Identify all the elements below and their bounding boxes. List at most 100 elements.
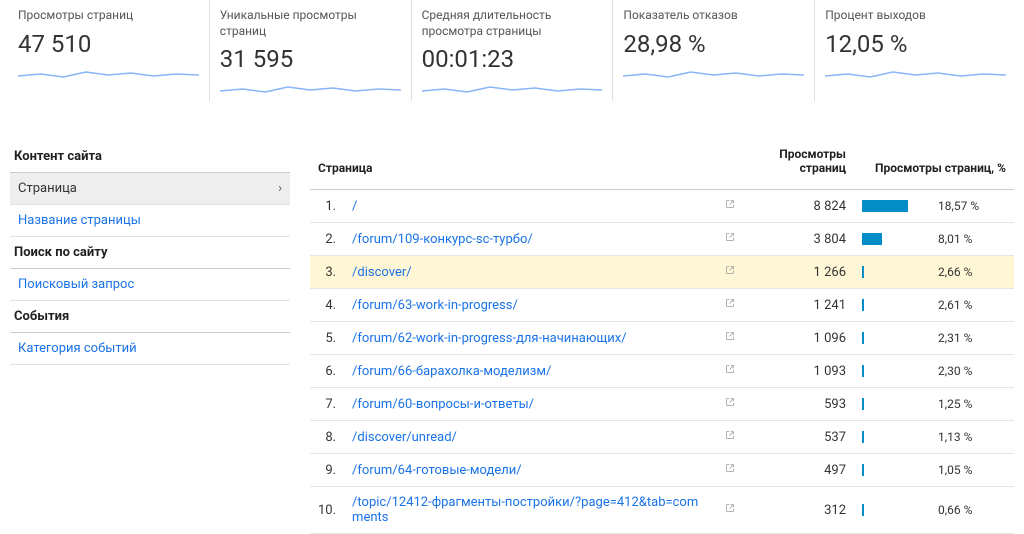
metric-label: Уникальные просмотры страниц (220, 8, 401, 39)
external-link-icon[interactable] (716, 322, 744, 355)
table-row: 6. /forum/66-барахолка-моделизм/ 1 093 2… (310, 355, 1014, 388)
page-views: 593 (744, 388, 854, 421)
metrics-row: Просмотры страниц 47 510 Уникальные прос… (0, 0, 1024, 101)
page-views-pct: 2,66 % (854, 256, 1014, 289)
pct-bar (862, 233, 932, 245)
external-link-icon[interactable] (716, 355, 744, 388)
metric-value: 12,05 % (825, 30, 1006, 58)
page-views: 312 (744, 487, 854, 534)
page-views-pct: 0,66 % (854, 487, 1014, 534)
pct-bar (862, 266, 932, 278)
page-views: 537 (744, 421, 854, 454)
page-link[interactable]: /forum/63-work-in-progress/ (344, 289, 716, 322)
col-page[interactable]: Страница (310, 141, 744, 190)
metric-value: 28,98 % (623, 30, 804, 58)
metric-value: 00:01:23 (422, 45, 603, 73)
row-index: 10. (310, 487, 344, 534)
row-index: 3. (310, 256, 344, 289)
page-link[interactable]: /forum/64-готовые-модели/ (344, 454, 716, 487)
external-link-icon[interactable] (716, 454, 744, 487)
sidebar-item[interactable]: Поисковый запрос (10, 269, 290, 301)
page-link[interactable]: / (344, 190, 716, 223)
page-link[interactable]: /discover/unread/ (344, 421, 716, 454)
external-link-icon[interactable] (716, 421, 744, 454)
metric-value: 31 595 (220, 45, 401, 73)
page-link[interactable]: /forum/60-вопросы-и-ответы/ (344, 388, 716, 421)
pct-bar (862, 332, 932, 344)
page-views-pct: 2,31 % (854, 322, 1014, 355)
sidebar-group-content: Контент сайта (10, 141, 290, 173)
page-views-pct: 2,61 % (854, 289, 1014, 322)
metric-label: Показатель отказов (623, 8, 804, 24)
page-views: 1 093 (744, 355, 854, 388)
table-row: 8. /discover/unread/ 537 1,13 % (310, 421, 1014, 454)
table-row: 9. /forum/64-готовые-модели/ 497 1,05 % (310, 454, 1014, 487)
page-views-pct: 1,25 % (854, 388, 1014, 421)
sparkline (825, 62, 1006, 82)
metric-value: 47 510 (18, 30, 199, 58)
row-index: 6. (310, 355, 344, 388)
pct-bar (862, 504, 932, 516)
page-link[interactable]: /topic/12412-фрагменты-постройки/?page=4… (344, 487, 716, 534)
pct-bar (862, 431, 932, 443)
sidebar-group-events: События (10, 301, 290, 333)
row-index: 9. (310, 454, 344, 487)
metric-label: Процент выходов (825, 8, 1006, 24)
sidebar: Контент сайта СтраницаНазвание страницы … (10, 141, 310, 534)
page-link[interactable]: /forum/62-work-in-progress-для-начинающи… (344, 322, 716, 355)
metric-card[interactable]: Уникальные просмотры страниц 31 595 (210, 0, 412, 101)
sparkline (220, 77, 401, 97)
row-index: 4. (310, 289, 344, 322)
external-link-icon[interactable] (716, 487, 744, 534)
page-views-pct: 8,01 % (854, 223, 1014, 256)
page-views-pct: 2,30 % (854, 355, 1014, 388)
table-row: 7. /forum/60-вопросы-и-ответы/ 593 1,25 … (310, 388, 1014, 421)
metric-card[interactable]: Средняя длительность просмотра страницы … (412, 0, 614, 101)
sidebar-item[interactable]: Название страницы (10, 205, 290, 237)
sparkline (623, 62, 804, 82)
row-index: 8. (310, 421, 344, 454)
row-index: 7. (310, 388, 344, 421)
metric-card[interactable]: Показатель отказов 28,98 % (613, 0, 815, 101)
page-link[interactable]: /forum/66-барахолка-моделизм/ (344, 355, 716, 388)
table-row: 4. /forum/63-work-in-progress/ 1 241 2,6… (310, 289, 1014, 322)
page-views: 3 804 (744, 223, 854, 256)
table-row: 2. /forum/109-конкурс-sc-турбо/ 3 804 8,… (310, 223, 1014, 256)
external-link-icon[interactable] (716, 223, 744, 256)
metric-card[interactable]: Процент выходов 12,05 % (815, 0, 1016, 101)
table-row: 3. /discover/ 1 266 2,66 % (310, 256, 1014, 289)
row-index: 2. (310, 223, 344, 256)
external-link-icon[interactable] (716, 289, 744, 322)
pct-bar (862, 200, 932, 212)
sidebar-group-search: Поиск по сайту (10, 237, 290, 269)
sidebar-item[interactable]: Страница (10, 173, 290, 205)
metric-card[interactable]: Просмотры страниц 47 510 (8, 0, 210, 101)
table-row: 5. /forum/62-work-in-progress-для-начина… (310, 322, 1014, 355)
page-views: 1 266 (744, 256, 854, 289)
table-row: 10. /topic/12412-фрагменты-постройки/?pa… (310, 487, 1014, 534)
page-views: 1 096 (744, 322, 854, 355)
main-table: Страница Просмотры страниц Просмотры стр… (310, 141, 1014, 534)
external-link-icon[interactable] (716, 256, 744, 289)
pct-bar (862, 398, 932, 410)
page-link[interactable]: /discover/ (344, 256, 716, 289)
sparkline (18, 62, 199, 82)
sidebar-item[interactable]: Категория событий (10, 333, 290, 365)
pct-bar (862, 299, 932, 311)
sparkline (422, 77, 603, 97)
page-views: 1 241 (744, 289, 854, 322)
col-pct[interactable]: Просмотры страниц, % (854, 141, 1014, 190)
pct-bar (862, 365, 932, 377)
col-views[interactable]: Просмотры страниц (744, 141, 854, 190)
external-link-icon[interactable] (716, 190, 744, 223)
page-views: 8 824 (744, 190, 854, 223)
page-views-pct: 1,05 % (854, 454, 1014, 487)
row-index: 5. (310, 322, 344, 355)
metric-label: Средняя длительность просмотра страницы (422, 8, 603, 39)
external-link-icon[interactable] (716, 388, 744, 421)
page-link[interactable]: /forum/109-конкурс-sc-турбо/ (344, 223, 716, 256)
page-views-pct: 18,57 % (854, 190, 1014, 223)
page-views: 497 (744, 454, 854, 487)
table-row: 1. / 8 824 18,57 % (310, 190, 1014, 223)
row-index: 1. (310, 190, 344, 223)
